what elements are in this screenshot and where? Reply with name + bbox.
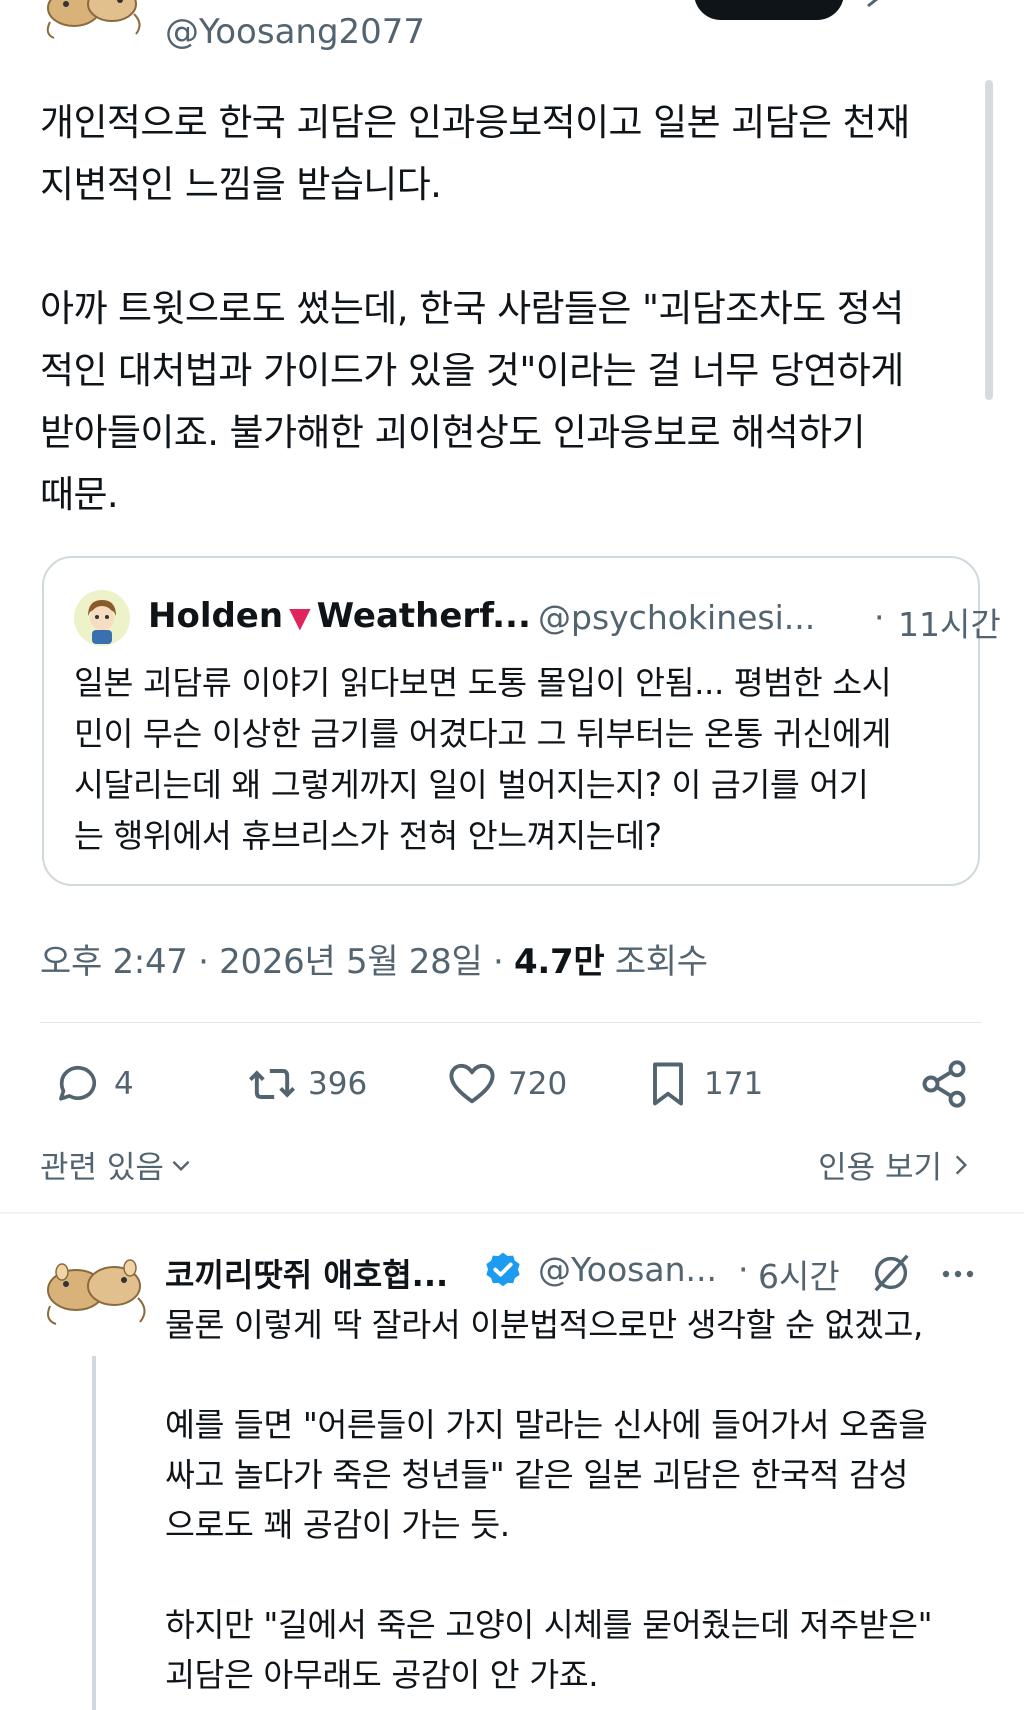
related-dropdown[interactable]: 관련 있음 [40, 1142, 194, 1187]
chevron-right-icon [955, 1154, 968, 1175]
bookmark-count: 171 [704, 1066, 764, 1102]
tweet-text: 개인적으로 한국 괴담은 인과응보적이고 일본 괴담은 천재 지변적인 느낌을 … [40, 92, 980, 526]
quoted-author-name-rest: Weatherf... [316, 596, 531, 636]
reply-timestamp[interactable]: 6시간 [758, 1250, 840, 1298]
separator-dot: · [738, 1250, 749, 1289]
tweet-line: 아까 트윗으로도 썼는데, 한국 사람들은 "괴담조차도 정석 [40, 287, 904, 330]
separator-dot: · [874, 598, 885, 637]
quoted-author-handle[interactable]: @psychokinesi... [538, 598, 815, 637]
reply-author-name[interactable]: 코끼리땃쥐 애호협... [165, 1250, 448, 1296]
tweet-line: 개인적으로 한국 괴담은 인과응보적이고 일본 괴담은 천재 [40, 101, 910, 144]
views-count[interactable]: 4.7만 [514, 942, 605, 982]
scrollbar-thumb[interactable] [985, 80, 993, 400]
quoted-author-avatar[interactable] [74, 590, 130, 646]
reply-line: 으로도 꽤 공감이 가는 듯. [165, 1506, 510, 1544]
tweet-line: 때문. [40, 473, 119, 516]
tweet-line: 받아들이죠. 불가해한 괴이현상도 인과응보로 해석하기 [40, 411, 866, 454]
chevron-down-icon [172, 1160, 190, 1171]
heart-triangle-icon: ▼ [289, 601, 311, 634]
thread-line [92, 1356, 96, 1710]
reply-count: 4 [114, 1066, 134, 1102]
author-handle[interactable]: @Yoosang2077 [165, 12, 425, 52]
bookmark-icon [653, 1062, 683, 1106]
quoted-timestamp[interactable]: 11시간 [898, 598, 1001, 646]
section-divider [0, 1212, 1024, 1214]
speech-bubble-icon [59, 1065, 97, 1101]
reply-line: 예를 들면 "어른들이 가지 말라는 신사에 들어가서 오줌을 [165, 1406, 928, 1444]
tweet-meta: 오후 2:47 · 2026년 5월 28일 · 4.7만 조회수 [40, 934, 708, 983]
follow-button[interactable] [694, 0, 844, 20]
reply-line: 싸고 놀다가 죽은 청년들" 같은 일본 괴담은 한국적 감성 [165, 1456, 908, 1494]
tweet-line: 지변적인 느낌을 받습니다. [40, 163, 442, 206]
reply-text: 물론 이렇게 딱 잘라서 이분법적으로만 생각할 순 없겠고, 예를 들면 "어… [165, 1300, 995, 1700]
quoted-line: 민이 무슨 이상한 금기를 어겼다고 그 뒤부터는 온통 귀신에게 [74, 715, 891, 753]
views-label[interactable]: 조회수 [615, 942, 708, 982]
tweet-date[interactable]: 2026년 5월 28일 [219, 942, 483, 982]
view-quotes-label: 인용 보기 [818, 1150, 942, 1186]
separator-dot: · [198, 942, 209, 982]
quoted-line: 시달리는데 왜 그렇게까지 일이 벌어지는지? 이 금기를 어기 [74, 766, 869, 804]
grok-icon[interactable] [868, 1250, 914, 1296]
related-label: 관련 있음 [40, 1150, 164, 1186]
repost-button[interactable]: 396 [246, 1056, 367, 1112]
author-avatar[interactable] [40, 0, 148, 46]
heart-icon [449, 1063, 495, 1104]
tweet-time[interactable]: 오후 2:47 [40, 942, 188, 982]
repost-count: 396 [308, 1066, 368, 1102]
verified-badge-icon [482, 1250, 524, 1292]
reply-line: 물론 이렇게 딱 잘라서 이분법적으로만 생각할 순 없겠고, [165, 1306, 923, 1344]
quoted-tweet-text: 일본 괴담류 이야기 읽다보면 도통 몰입이 안됨... 평범한 소시 민이 무… [74, 658, 954, 862]
like-button[interactable]: 720 [446, 1056, 567, 1112]
more-dots-icon[interactable] [938, 1256, 978, 1292]
repost-arrows-icon [248, 1069, 296, 1099]
like-count: 720 [508, 1066, 568, 1102]
reply-line: 괴담은 아무래도 공감이 안 가죠. [165, 1656, 599, 1694]
reply-line: 하지만 "길에서 죽은 고양이 시체를 묻어줬는데 저주받은" [165, 1606, 933, 1644]
tweet-line: 적인 대처법과 가이드가 있을 것"이라는 걸 너무 당연하게 [40, 349, 904, 392]
share-button[interactable] [918, 1056, 970, 1112]
quoted-author-name[interactable]: Holden ▼ Weatherf... [148, 596, 531, 636]
grok-icon[interactable] [862, 0, 902, 10]
share-nodes-icon [922, 1060, 966, 1108]
quoted-line: 는 행위에서 휴브리스가 전혀 안느껴지는데? [74, 817, 662, 855]
quoted-tweet-card[interactable]: Holden ▼ Weatherf... @psychokinesi... · 11… [42, 556, 1001, 886]
reply-button[interactable]: 4 [52, 1056, 134, 1112]
divider [40, 1022, 982, 1023]
bookmark-button[interactable]: 171 [642, 1056, 763, 1112]
view-quotes-link[interactable]: 인용 보기 [818, 1142, 974, 1187]
reply-author-avatar[interactable] [40, 1250, 152, 1330]
quoted-line: 일본 괴담류 이야기 읽다보면 도통 몰입이 안됨... 평범한 소시 [74, 664, 892, 702]
reply-author-handle[interactable]: @Yoosan... [538, 1250, 717, 1289]
quoted-author-name-first: Holden [148, 596, 284, 636]
separator-dot: · [492, 942, 504, 982]
